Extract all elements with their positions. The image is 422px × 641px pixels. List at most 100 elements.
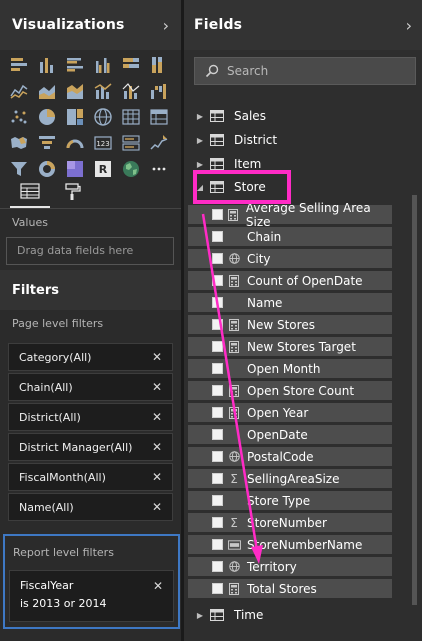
calculator-icon [227,208,240,221]
field-chain[interactable]: Chain [188,227,392,246]
filter-card-name[interactable]: Name(All) ✕ [8,493,173,521]
field-store-type[interactable]: Store Type [188,491,392,510]
field-checkbox[interactable] [212,209,223,220]
remove-filter-icon[interactable]: ✕ [153,577,163,595]
field-new-stores-target[interactable]: New Stores Target [188,337,392,356]
remove-filter-icon[interactable]: ✕ [152,350,162,364]
expand-arrow-icon[interactable]: ▶ [190,611,210,620]
stacked-bar-visual-button[interactable] [6,52,32,78]
field-checkbox[interactable] [212,363,223,374]
expand-arrow-icon[interactable]: ▶ [190,136,210,145]
collapse-fields-icon[interactable]: › [406,16,412,35]
field-checkbox[interactable] [212,407,223,418]
field-city[interactable]: City [188,249,392,268]
gauge-visual-button[interactable] [62,130,88,156]
map-visual-button[interactable] [90,104,116,130]
kpi-visual-button[interactable] [146,130,172,156]
field-storenumbername[interactable]: StoreNumberName [188,535,392,554]
field-checkbox[interactable] [212,385,223,396]
table-district[interactable]: ▶ District [184,129,422,151]
report-level-filters-section: Report level filters FiscalYear is 2013 … [3,534,180,629]
field-checkbox[interactable] [212,539,223,550]
field-list-scrollbar[interactable] [412,195,417,605]
map-icon [94,108,112,126]
field-average-selling-area-size[interactable]: Average Selling Area Size [188,201,392,229]
table-icon [210,158,224,170]
format-tab[interactable] [58,175,88,208]
remove-filter-icon[interactable]: ✕ [152,500,162,514]
field-name: Name [247,295,283,310]
clustered-bar-visual-button[interactable] [62,52,88,78]
pie-chart-visual-button[interactable] [34,104,60,130]
field-name: OpenDate [247,427,308,442]
field-new-stores[interactable]: New Stores [188,315,392,334]
100-bar-visual-button[interactable] [118,52,144,78]
kpi-icon [150,135,168,150]
field-checkbox[interactable] [212,495,223,506]
filter-label: Name(All) [19,500,74,514]
field-checkbox[interactable] [212,231,223,242]
field-checkbox[interactable] [212,451,223,462]
treemap-visual-button[interactable] [62,104,88,130]
filter-card-category[interactable]: Category(All) ✕ [8,343,173,371]
field-open-month[interactable]: Open Month [188,359,392,378]
waterfall-visual-button[interactable] [146,78,172,104]
field-name[interactable]: Name [188,293,392,312]
values-drop-zone[interactable]: Drag data fields here [6,237,174,265]
remove-filter-icon[interactable]: ✕ [152,380,162,394]
field-checkbox[interactable] [212,253,223,264]
100-column-visual-button[interactable] [146,52,172,78]
filter-card-district[interactable]: District(All) ✕ [8,403,173,431]
collapse-visualizations-icon[interactable]: › [163,16,169,35]
field-checkbox[interactable] [212,473,223,484]
field-checkbox[interactable] [212,429,223,440]
field-storenumber[interactable]: Σ StoreNumber [188,513,392,532]
fields-well-tab[interactable] [10,175,50,208]
stacked-column-visual-button[interactable] [34,52,60,78]
field-total-stores[interactable]: Total Stores [188,579,392,598]
matrix-visual-button[interactable] [146,104,172,130]
fields-search-input[interactable]: Search [194,57,416,85]
filter-card-fiscalmonth[interactable]: FiscalMonth(All) ✕ [8,463,173,491]
card-visual-button[interactable]: 123 [90,130,116,156]
line-stacked-column-visual-button[interactable] [118,78,144,104]
field-checkbox[interactable] [212,275,223,286]
clustered-column-visual-button[interactable] [90,52,116,78]
table-visual-button[interactable] [118,104,144,130]
field-checkbox[interactable] [212,341,223,352]
field-territory[interactable]: Territory [188,557,392,576]
gauge-icon [66,139,84,149]
table-time[interactable]: ▶ Time [184,604,422,626]
filled-map-visual-button[interactable] [6,130,32,156]
field-sellingareasize[interactable]: Σ SellingAreaSize [188,469,392,488]
remove-filter-icon[interactable]: ✕ [152,440,162,454]
table-sales[interactable]: ▶ Sales [184,105,422,127]
funnel-visual-button[interactable] [34,130,60,156]
remove-filter-icon[interactable]: ✕ [152,470,162,484]
sigma-icon: Σ [230,471,238,486]
field-checkbox[interactable] [212,517,223,528]
stacked-area-visual-button[interactable] [62,78,88,104]
scatter-visual-button[interactable] [6,104,32,130]
line-column-visual-button[interactable] [90,78,116,104]
field-count-of-opendate[interactable]: Count of OpenDate [188,271,392,290]
filter-card-chain[interactable]: Chain(All) ✕ [8,373,173,401]
field-checkbox[interactable] [212,297,223,308]
filter-card-district-manager[interactable]: District Manager(All) ✕ [8,433,173,461]
field-checkbox[interactable] [212,319,223,330]
fields-pane: Fields › Search ▶ Sales ▶ District ▶ Item ◢ Sto… [184,0,422,641]
field-open-year[interactable]: Open Year [188,403,392,422]
filter-card-fiscalyear[interactable]: FiscalYear is 2013 or 2014 ✕ [9,570,174,622]
remove-filter-icon[interactable]: ✕ [152,410,162,424]
field-opendate[interactable]: OpenDate [188,425,392,444]
field-name: PostalCode [247,449,314,464]
field-open-store-count[interactable]: Open Store Count [188,381,392,400]
field-checkbox[interactable] [212,561,223,572]
area-chart-visual-button[interactable] [34,78,60,104]
expand-arrow-icon[interactable]: ▶ [190,112,210,121]
expand-arrow-icon[interactable]: ▶ [190,160,210,169]
field-postalcode[interactable]: PostalCode [188,447,392,466]
line-chart-visual-button[interactable] [6,78,32,104]
multirow-card-visual-button[interactable] [118,130,144,156]
field-checkbox[interactable] [212,583,223,594]
